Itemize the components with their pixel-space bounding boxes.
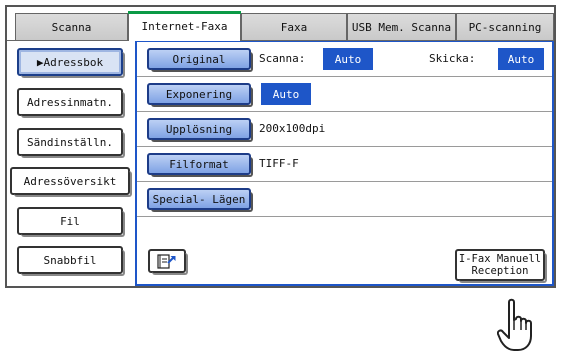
upplosning-button[interactable]: Upplösning: [147, 118, 253, 142]
send-value[interactable]: Auto: [498, 48, 544, 70]
adressbok-button[interactable]: ▶Adressbok: [17, 48, 125, 78]
scan-value[interactable]: Auto: [323, 48, 373, 70]
scan-label: Scanna:: [259, 52, 306, 65]
left-panel: ▶Adressbok Adressinmatn. Sändinställn. A…: [7, 40, 134, 286]
adressoversikt-button[interactable]: Adressöversikt: [10, 167, 132, 197]
ifax-manual-reception-button[interactable]: I-Fax Manuell Reception: [455, 249, 547, 283]
exponering-button[interactable]: Exponering: [147, 83, 253, 107]
upplosning-row: Upplösning 200x100dpi: [137, 112, 552, 147]
upplosning-label: Upplösning: [165, 122, 233, 136]
adressinmatn-label: Adressinmatn.: [26, 95, 114, 109]
adressoversikt-label: Adressöversikt: [23, 174, 117, 188]
tab-label: Scanna: [51, 20, 92, 34]
tab-label: USB Mem. Scanna: [351, 20, 452, 34]
special-row: Special- Lägen: [137, 182, 552, 217]
filformat-value: TIFF-F: [259, 157, 299, 170]
original-row: Original Scanna: Auto Skicka: Auto: [137, 42, 552, 77]
tab-internet-faxa[interactable]: Internet-Faxa: [128, 11, 241, 41]
sandinstalln-button[interactable]: Sändinställn.: [17, 128, 125, 158]
filformat-button[interactable]: Filformat: [147, 153, 253, 177]
send-label: Skicka:: [429, 52, 476, 65]
sandinstalln-label: Sändinställn.: [26, 135, 114, 149]
special-lagen-label: Special- Lägen: [152, 192, 246, 206]
tab-scanna[interactable]: Scanna: [15, 13, 128, 41]
exponering-label: Exponering: [165, 87, 233, 101]
tab-usb-mem-scanna[interactable]: USB Mem. Scanna: [347, 13, 456, 41]
tab-faxa[interactable]: Faxa: [241, 13, 347, 41]
original-label: Original: [172, 52, 226, 66]
tab-label: Internet-Faxa: [141, 20, 228, 33]
settings-panel: Original Scanna: Auto Skicka: Auto Expon…: [135, 40, 554, 286]
snabbfil-button[interactable]: Snabbfil: [17, 246, 125, 276]
special-lagen-button[interactable]: Special- Lägen: [147, 188, 253, 212]
fil-button[interactable]: Fil: [17, 207, 125, 237]
filformat-row: Filformat TIFF-F: [137, 147, 552, 182]
snabbfil-label: Snabbfil: [43, 253, 97, 267]
tab-label: PC-scanning: [468, 20, 542, 34]
original-button[interactable]: Original: [147, 48, 253, 72]
address-lookup-icon-button[interactable]: [148, 249, 188, 275]
tab-pc-scanning[interactable]: PC-scanning: [456, 13, 554, 41]
copier-screen: Scanna Internet-Faxa Faxa USB Mem. Scann…: [5, 5, 556, 288]
pointing-hand-icon: [497, 298, 532, 351]
book-arrow-icon: [157, 254, 176, 269]
tab-label: Faxa: [280, 20, 308, 34]
exponering-value[interactable]: Auto: [261, 83, 311, 105]
adressbok-label: ▶Adressbok: [36, 55, 104, 69]
ifax-line1: I-Fax Manuell: [458, 253, 542, 265]
tab-divider: [7, 40, 554, 41]
filformat-label: Filformat: [169, 157, 229, 171]
fil-label: Fil: [60, 214, 80, 228]
ifax-line2: Reception: [471, 265, 529, 277]
exponering-row: Exponering Auto: [137, 77, 552, 112]
upplosning-value: 200x100dpi: [259, 122, 326, 135]
adressinmatn-button[interactable]: Adressinmatn.: [17, 88, 125, 118]
